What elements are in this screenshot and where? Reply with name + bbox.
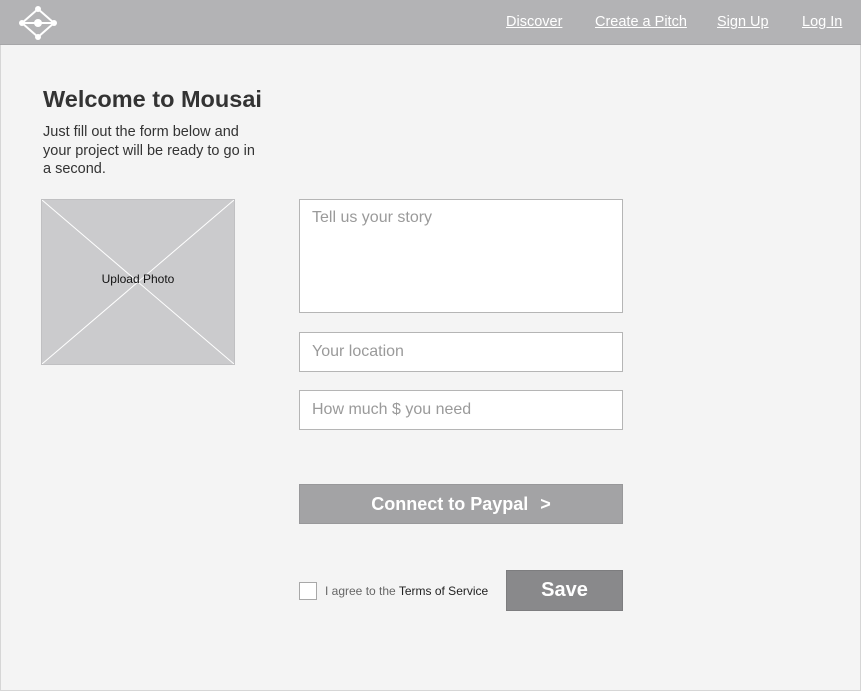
connect-paypal-label: Connect to Paypal bbox=[371, 493, 529, 514]
nav-create-pitch-link[interactable]: Create a Pitch bbox=[595, 14, 687, 30]
save-button[interactable]: Save bbox=[506, 570, 623, 611]
terms-of-service-link[interactable]: Terms of Service bbox=[399, 584, 488, 598]
nav-sign-up-link[interactable]: Sign Up bbox=[717, 14, 769, 30]
location-input[interactable] bbox=[299, 332, 623, 372]
terms-agreement: I agree to the Terms of Service bbox=[325, 584, 488, 598]
nav-log-in-link[interactable]: Log In bbox=[802, 14, 842, 30]
story-textarea[interactable] bbox=[299, 199, 623, 313]
upload-photo-label: Upload Photo bbox=[101, 272, 175, 286]
amount-input[interactable] bbox=[299, 390, 623, 430]
top-navbar: Discover Create a Pitch Sign Up Log In bbox=[0, 0, 861, 45]
connect-paypal-button[interactable]: Connect to Paypal > bbox=[299, 484, 623, 524]
terms-agree-prefix: I agree to the bbox=[325, 584, 399, 598]
upload-photo-placeholder[interactable]: Upload Photo bbox=[41, 199, 235, 365]
nav-discover-link[interactable]: Discover bbox=[506, 14, 562, 30]
chevron-right-icon: > bbox=[540, 493, 551, 514]
terms-checkbox[interactable] bbox=[299, 582, 317, 600]
intro-text: Just fill out the form below and your pr… bbox=[43, 124, 255, 177]
network-logo-icon[interactable] bbox=[18, 6, 58, 40]
page-title: Welcome to Mousai bbox=[43, 86, 262, 112]
